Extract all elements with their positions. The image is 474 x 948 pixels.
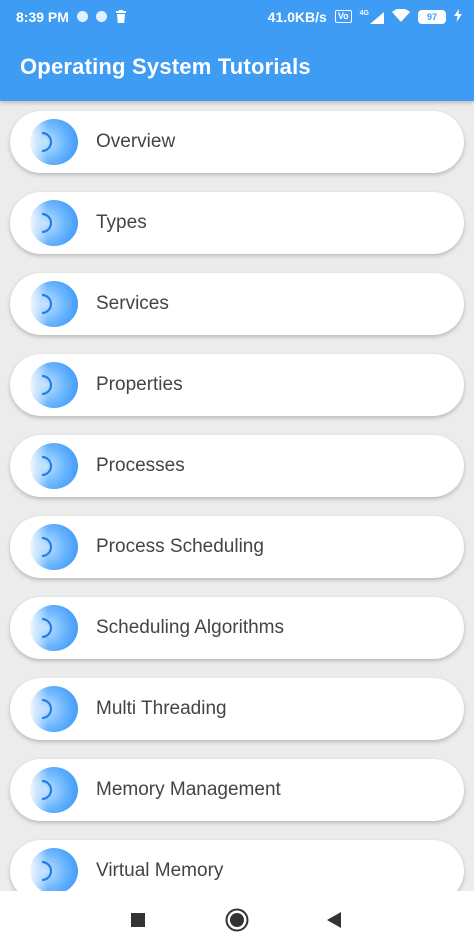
battery-icon: 97 [418, 9, 446, 24]
list-item[interactable]: Virtual Memory [10, 840, 464, 891]
list-item[interactable]: Properties [10, 354, 464, 416]
wifi-icon [392, 7, 410, 25]
list-item[interactable]: Overview [10, 111, 464, 173]
network-badge: 4G [359, 9, 369, 17]
topic-bullet-icon [20, 848, 78, 891]
list-item-label: Process Scheduling [96, 536, 264, 557]
topic-bullet-icon [20, 281, 78, 327]
signal-icon: 4G [360, 10, 384, 24]
notification-dot-icon [76, 11, 88, 22]
recents-square-icon[interactable] [108, 891, 168, 948]
app-bar: Operating System Tutorials [0, 33, 474, 101]
list-item[interactable]: Scheduling Algorithms [10, 597, 464, 659]
network-speed: 41.0KB/s [267, 8, 327, 25]
status-left: 8:39 PM [16, 9, 127, 25]
list-item-label: Services [96, 293, 169, 314]
topic-list[interactable]: Overview Types Services Properties Proce… [0, 101, 474, 891]
notification-dot-icon [95, 11, 107, 22]
system-nav-bar [0, 891, 474, 948]
topic-bullet-icon [20, 767, 78, 813]
topic-bullet-icon [20, 605, 78, 651]
list-item[interactable]: Services [10, 273, 464, 335]
list-item-label: Multi Threading [96, 698, 227, 719]
topic-bullet-icon [20, 686, 78, 732]
trash-icon [115, 10, 127, 23]
list-item-label: Memory Management [96, 779, 281, 800]
back-triangle-icon[interactable] [304, 891, 364, 948]
topic-bullet-icon [20, 119, 78, 165]
list-item-label: Types [96, 212, 147, 233]
list-item-label: Properties [96, 374, 183, 395]
list-item[interactable]: Multi Threading [10, 678, 464, 740]
volte-icon: Vo [334, 10, 352, 23]
page-title: Operating System Tutorials [20, 54, 311, 79]
list-item-label: Overview [96, 131, 176, 152]
status-right: 41.0KB/s Vo 4G 97 [267, 7, 462, 25]
list-item[interactable]: Processes [10, 435, 464, 497]
list-item-label: Virtual Memory [96, 860, 224, 881]
topic-bullet-icon [20, 524, 78, 570]
home-circle-icon[interactable] [207, 891, 267, 948]
list-item-label: Processes [96, 455, 185, 476]
list-item[interactable]: Memory Management [10, 759, 464, 821]
topic-bullet-icon [20, 443, 78, 489]
topic-bullet-icon [20, 362, 78, 408]
status-time: 8:39 PM [16, 8, 69, 25]
topic-bullet-icon [20, 200, 78, 246]
list-item-label: Scheduling Algorithms [96, 617, 284, 638]
charging-icon [454, 8, 462, 25]
status-bar: 8:39 PM 41.0KB/s Vo 4G 97 [0, 0, 474, 33]
list-item[interactable]: Types [10, 192, 464, 254]
list-item[interactable]: Process Scheduling [10, 516, 464, 578]
